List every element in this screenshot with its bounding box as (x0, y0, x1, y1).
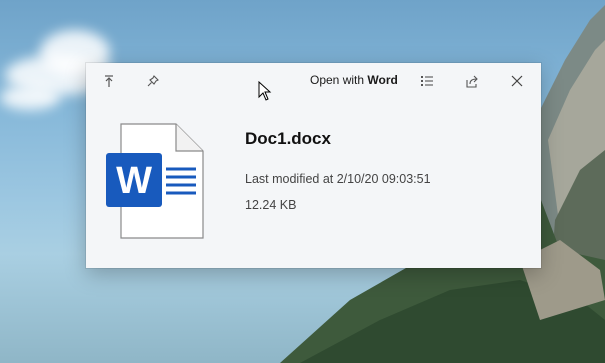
toolbar: Open with Word (86, 63, 541, 99)
open-with-prefix: Open with (310, 73, 368, 87)
properties-icon (421, 76, 433, 86)
file-name: Doc1.docx (245, 129, 331, 148)
pin-icon (147, 75, 159, 87)
word-document-icon: W (106, 123, 204, 239)
mouse-pointer-icon (258, 81, 272, 101)
move-to-top-button[interactable] (98, 71, 120, 91)
word-icon-letter: W (116, 160, 152, 202)
last-modified: Last modified at 2/10/20 09:03:51 (245, 172, 431, 186)
file-preview-window: Open with Word W Doc1.docx Last modified… (86, 63, 541, 268)
close-button[interactable] (506, 71, 528, 91)
open-with-app: Word (367, 73, 398, 87)
pin-button[interactable] (142, 71, 164, 91)
share-button[interactable] (461, 71, 483, 91)
close-icon (511, 75, 523, 87)
properties-button[interactable] (416, 71, 438, 91)
share-icon (466, 75, 478, 88)
file-size: 12.24 KB (245, 198, 297, 212)
move-to-top-icon (105, 75, 113, 87)
open-with-button[interactable]: Open with Word (310, 73, 398, 87)
